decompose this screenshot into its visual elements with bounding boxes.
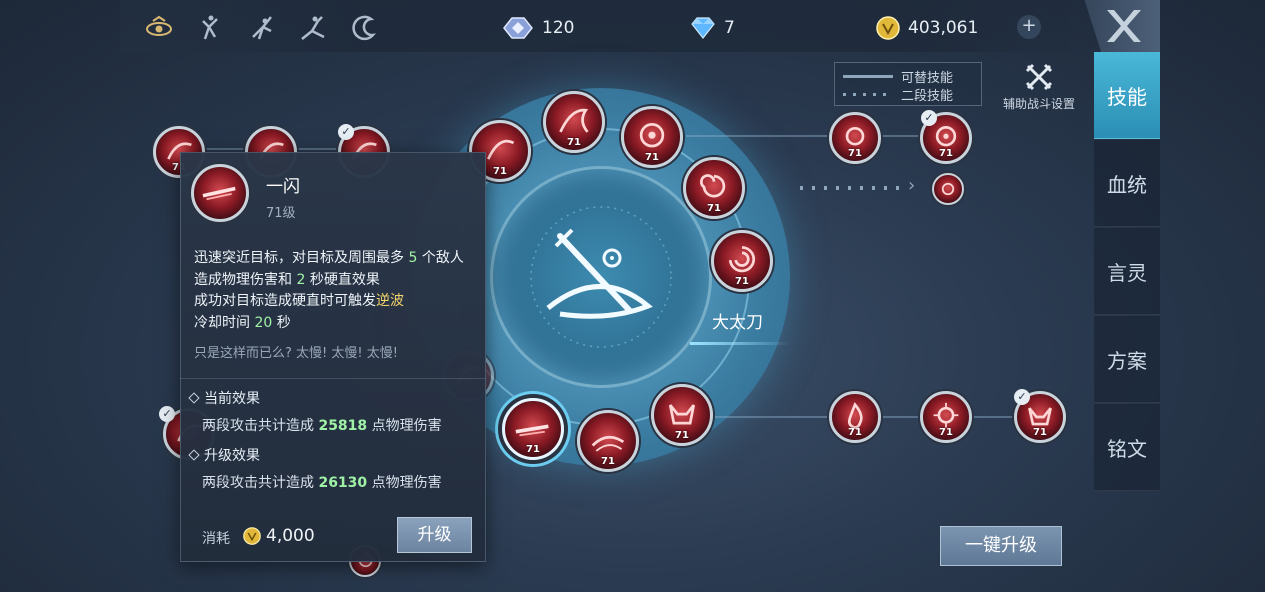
diamond-counter: 7 (690, 14, 735, 42)
skill-node[interactable]: 71 (829, 112, 881, 164)
assist-label: 辅助战斗设置 (1002, 97, 1075, 111)
add-gold-button[interactable]: + (1017, 15, 1041, 39)
crystal-icon (503, 17, 533, 39)
desc-line: 冷却时间 20 秒 (194, 314, 291, 331)
skill-level: 71 (645, 152, 659, 163)
skill-level: 71 (939, 148, 953, 159)
weapon-name: 大太刀 (712, 313, 763, 333)
skill-icon-large (191, 164, 249, 222)
crossed-swords-icon (1025, 63, 1053, 91)
skill-node[interactable]: 71 (577, 410, 639, 472)
connector-line (880, 416, 920, 418)
check-icon: ✓ (1014, 389, 1030, 405)
weapon-underline (690, 342, 790, 345)
crystal-counter: 120 (502, 14, 574, 42)
assist-combat-settings-button[interactable]: 辅助战斗设置 (1000, 62, 1078, 112)
connector-line (686, 135, 836, 137)
skill-node[interactable]: 71 (711, 230, 773, 292)
current-effect-title: 当前效果 (188, 388, 260, 408)
skill-level: 71 (1033, 427, 1047, 438)
skill-node[interactable]: 71 (920, 391, 972, 443)
legend-replace-label: 可替技能 (901, 70, 954, 86)
eye-emblem-icon[interactable] (142, 12, 176, 44)
skill-level: 71 (675, 430, 689, 441)
skill-node[interactable]: 71 (829, 391, 881, 443)
skill-level-label: 71级 (266, 206, 296, 221)
cost-value: 4,000 (266, 526, 315, 546)
skill-level: 71 (848, 427, 862, 438)
diamond-value: 7 (724, 18, 735, 38)
upgrade-effect-title: 升级效果 (188, 445, 260, 465)
connector-line (880, 135, 924, 137)
katana-emblem-icon (530, 206, 672, 348)
skill-level: 71 (601, 456, 615, 467)
skill-node-selected[interactable]: 71 (502, 398, 564, 460)
skill-level: 71 (567, 137, 581, 148)
tab-word-spirit[interactable]: 言灵 (1094, 228, 1160, 315)
check-icon: ✓ (338, 124, 354, 140)
skill-node[interactable]: 71 (651, 384, 713, 446)
skill-level: 71 (848, 148, 862, 159)
gold-counter: 403,061 (876, 14, 978, 42)
upgrade-button[interactable]: 升级 (397, 517, 472, 553)
fire-orb-icon (941, 182, 955, 196)
current-effect-text: 两段攻击共计造成 25818 点物理伤害 (202, 418, 442, 434)
tab-skills[interactable]: 技能 (1094, 52, 1160, 139)
close-x-icon[interactable] (1103, 8, 1143, 44)
skill-level: 71 (735, 276, 749, 287)
chevron-right-icon: › (908, 175, 916, 196)
tab-plan[interactable]: 方案 (1094, 316, 1160, 403)
dancer-icon[interactable] (193, 12, 227, 44)
second-stage-skill-node[interactable] (932, 173, 964, 205)
desc-line: 迅速突近目标，对目标及周围最多 5 个敌人 (194, 250, 464, 266)
crystal-value: 120 (542, 18, 575, 38)
skill-level: 71 (939, 427, 953, 438)
category-tabs: 技能 血统 言灵 方案 铭文 (1094, 52, 1160, 492)
connector-line (972, 416, 1016, 418)
legend-second-stage-label: 二段技能 (901, 88, 954, 104)
connector-line (713, 416, 833, 418)
desc-line: 造成物理伤害和 2 秒硬直效果 (194, 271, 380, 288)
diamond-icon (691, 17, 715, 39)
gold-coin-icon (876, 16, 900, 40)
diamond-bullet-icon (188, 449, 200, 461)
diamond-bullet-icon (188, 392, 200, 404)
check-icon: ✓ (159, 406, 175, 422)
divider (180, 378, 486, 379)
swordsman-icon[interactable] (245, 12, 279, 44)
one-key-upgrade-button[interactable]: 一键升级 (940, 526, 1062, 566)
check-icon: ✓ (921, 110, 937, 126)
gold-value: 403,061 (908, 18, 979, 38)
tab-inscription[interactable]: 铭文 (1094, 404, 1160, 491)
solid-line-swatch (843, 74, 893, 78)
skill-level: 71 (707, 203, 721, 214)
skill-name: 一闪 (266, 177, 300, 197)
cost-label: 消耗 (202, 531, 230, 547)
gold-coin-icon (243, 527, 261, 545)
moon-swirl-icon[interactable] (347, 12, 381, 44)
upgrade-effect-text: 两段攻击共计造成 26130 点物理伤害 (202, 475, 442, 491)
skill-description: 迅速突近目标，对目标及周围最多 5 个敌人 造成物理伤害和 2 秒硬直效果 成功… (194, 248, 484, 334)
skill-node[interactable]: 71 (683, 157, 745, 219)
second-stage-dots (800, 186, 908, 190)
tab-bloodline[interactable]: 血统 (1094, 140, 1160, 227)
flavor-text: 只是这样而已么? 太慢! 太慢! 太慢! (194, 346, 398, 361)
dotted-line-swatch (843, 92, 893, 96)
flash-slash-icon (202, 186, 236, 201)
skill-level: 71 (526, 444, 540, 455)
skill-node[interactable]: 71 (621, 106, 683, 168)
desc-line: 成功对目标造成硬直时可触发逆波 (194, 293, 404, 309)
archer-icon[interactable] (296, 12, 330, 44)
skill-node[interactable]: 71 (543, 91, 605, 153)
link-legend: 可替技能 二段技能 (834, 62, 982, 106)
